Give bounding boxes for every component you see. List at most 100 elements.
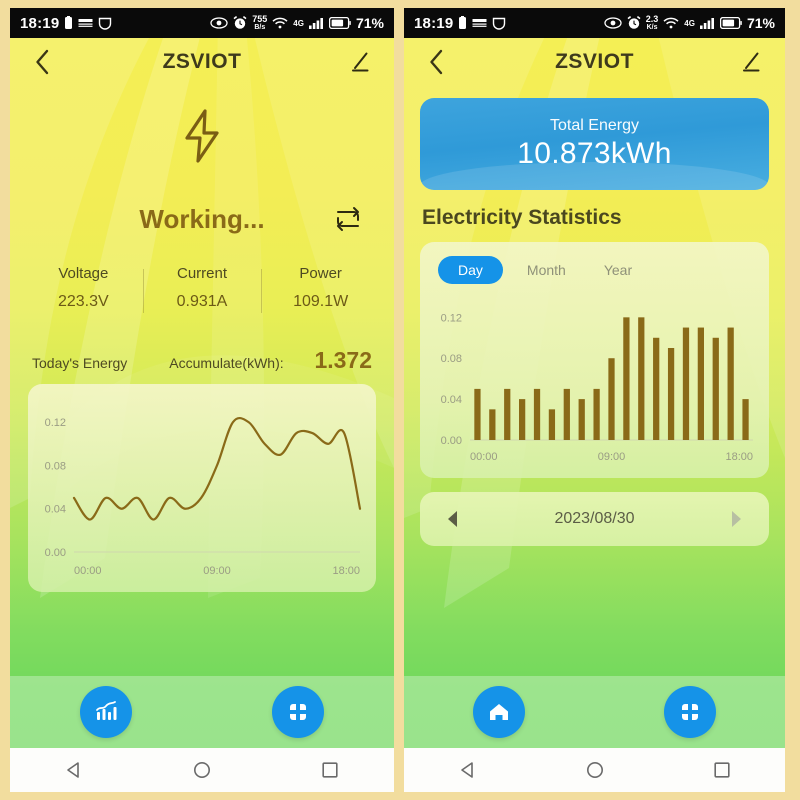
metric-power: Power 109.1W [261, 265, 380, 313]
today-energy-row: Today's Energy Accumulate(kWh): 1.372 [10, 347, 394, 374]
svg-text:0.12: 0.12 [45, 417, 66, 429]
nav-home-circle-icon[interactable] [191, 759, 213, 781]
svg-text:09:00: 09:00 [203, 565, 231, 577]
today-energy-line-chart[interactable]: 0.00 0.04 0.08 0.12 00:00 09:00 18:00 [28, 384, 376, 592]
android-navigation-bar-right [404, 748, 785, 792]
network-speed-unit: K/s [646, 24, 658, 31]
edit-button[interactable] [340, 42, 380, 82]
svg-text:0.00: 0.00 [45, 547, 66, 559]
alarm-icon [233, 15, 247, 30]
tab-day[interactable]: Day [438, 256, 503, 284]
wifi-icon [272, 17, 288, 29]
period-tabs: Day Month Year [420, 254, 769, 290]
lightning-bolt-icon [10, 108, 394, 169]
keyboard-icon [472, 17, 487, 29]
date-value: 2023/08/30 [554, 510, 635, 527]
network-type-label: 4G [684, 18, 695, 28]
status-bar-left: 18:19 755 B/s 4G 71% [10, 8, 394, 38]
alarm-icon [627, 15, 641, 30]
total-energy-label: Total Energy [550, 117, 639, 134]
network-speed-indicator: 2.3 K/s [645, 14, 659, 32]
status-time: 18:19 [20, 14, 60, 32]
battery-percent: 71% [355, 15, 384, 31]
grid-apps-icon[interactable] [663, 686, 716, 738]
date-navigator: 2023/08/30 [420, 492, 769, 546]
total-energy-card: Total Energy 10.873kWh [420, 98, 769, 190]
app-content-left: ZSVIOT Working... Voltage 223.3V Current… [10, 38, 394, 748]
status-time: 18:19 [414, 14, 454, 32]
chevron-left-icon [428, 49, 445, 75]
metric-label: Current [176, 265, 228, 282]
shield-icon [492, 16, 506, 30]
battery-icon [328, 16, 351, 30]
signal-icon [699, 17, 715, 29]
eye-icon [604, 17, 622, 29]
switch-toggle-icon[interactable] [330, 201, 366, 237]
edit-button[interactable] [731, 42, 771, 82]
battery-icon [719, 16, 742, 30]
svg-text:0.12: 0.12 [441, 312, 462, 324]
phone-screen-right: 18:19 2.3 K/s 4G 71% ZSVIOT Total Energy… [404, 8, 785, 792]
svg-text:18:00: 18:00 [725, 451, 753, 463]
metric-current: Current 0.931A [142, 265, 262, 313]
card-wave-decoration [420, 162, 769, 190]
svg-text:0.08: 0.08 [45, 460, 66, 472]
app-content-right: ZSVIOT Total Energy 10.873kWh Electricit… [404, 38, 785, 748]
svg-text:0.00: 0.00 [441, 435, 462, 447]
svg-text:00:00: 00:00 [470, 451, 498, 463]
section-title: Electricity Statistics [422, 206, 622, 229]
nav-recents-square-icon[interactable] [319, 759, 341, 781]
phone-screen-left: 18:19 755 B/s 4G 71% ZSVIOT Working... V… [10, 8, 394, 792]
metric-voltage: Voltage 223.3V [24, 265, 143, 311]
tab-year[interactable]: Year [590, 256, 646, 284]
device-state-row: Working... [10, 199, 394, 239]
battery-saver-icon [458, 16, 467, 30]
nav-back-triangle-icon[interactable] [457, 759, 479, 781]
accumulate-label: Accumulate(kWh): [169, 355, 284, 371]
battery-percent: 71% [746, 15, 775, 31]
today-energy-label: Today's Energy [32, 355, 128, 371]
home-icon[interactable] [473, 686, 526, 738]
bottom-dock-right [404, 676, 785, 748]
network-speed-value: 2.3 [645, 14, 659, 24]
svg-text:0.04: 0.04 [45, 504, 66, 516]
wifi-icon [663, 17, 679, 29]
svg-text:00:00: 00:00 [74, 565, 102, 577]
status-bar-right: 18:19 2.3 K/s 4G 71% [404, 8, 785, 38]
nav-back-triangle-icon[interactable] [63, 759, 85, 781]
network-speed-value: 755 [252, 14, 268, 24]
chevron-left-icon [34, 49, 51, 75]
triangle-right-icon[interactable] [725, 508, 747, 530]
svg-text:18:00: 18:00 [332, 565, 360, 577]
back-button[interactable] [22, 42, 62, 82]
network-speed-indicator: 755 B/s [252, 14, 268, 32]
nav-home-circle-icon[interactable] [584, 759, 606, 781]
device-state-text: Working... [139, 203, 265, 234]
nav-recents-square-icon[interactable] [711, 759, 733, 781]
metric-label: Power [299, 265, 342, 282]
page-title: ZSVIOT [162, 50, 242, 73]
battery-saver-icon [64, 16, 73, 30]
screenshot-stage: 18:19 755 B/s 4G 71% ZSVIOT Working... V… [0, 0, 800, 800]
page-title: ZSVIOT [555, 50, 634, 73]
statistics-icon[interactable] [80, 686, 132, 738]
network-speed-unit: B/s [254, 24, 266, 31]
signal-icon [308, 17, 324, 29]
device-status-area: Working... [10, 86, 394, 239]
svg-text:09:00: 09:00 [598, 451, 626, 463]
shield-icon [98, 16, 112, 30]
metric-value: 0.931A [176, 293, 228, 310]
eye-icon [210, 17, 228, 29]
back-button[interactable] [416, 42, 456, 82]
bottom-dock-left [10, 676, 394, 748]
tab-month[interactable]: Month [513, 256, 580, 284]
grid-apps-icon[interactable] [272, 686, 324, 738]
svg-text:0.08: 0.08 [441, 353, 462, 365]
statistics-bar-chart[interactable]: 0.00 0.04 0.08 0.12 00:00 09:00 18:00 [420, 290, 769, 470]
app-header-left: ZSVIOT [10, 38, 394, 86]
network-type-label: 4G [293, 18, 304, 28]
accumulate-value: 1.372 [314, 347, 372, 373]
triangle-left-icon[interactable] [442, 508, 464, 530]
keyboard-icon [78, 17, 93, 29]
pencil-edit-icon [740, 51, 762, 73]
